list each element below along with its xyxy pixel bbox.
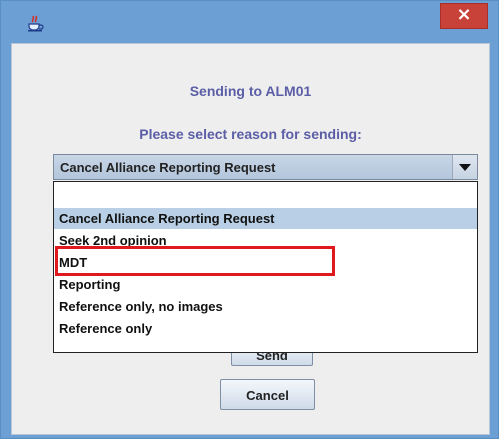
cancel-button[interactable]: Cancel (220, 379, 315, 410)
close-icon: × (456, 4, 472, 25)
title-bar[interactable]: × (1, 1, 498, 43)
java-coffee-cup-icon (28, 15, 44, 32)
combobox-selected-value: Cancel Alliance Reporting Request (60, 160, 276, 175)
dropdown-option-cancel-alliance[interactable]: Cancel Alliance Reporting Request (54, 208, 477, 229)
dropdown-option-blank[interactable] (54, 184, 477, 205)
reason-prompt: Please select reason for sending: (139, 126, 362, 142)
dropdown-option-reference-no-images[interactable]: Reference only, no images (54, 296, 477, 317)
destination-heading: Sending to ALM01 (189, 83, 312, 99)
highlight-annotation (55, 246, 335, 276)
dialog-content: Sending to ALM01 Please select reason fo… (11, 43, 490, 435)
close-button[interactable]: × (440, 3, 488, 29)
dialog-window: × Sending to ALM01 Please select reason … (0, 0, 499, 439)
reason-combobox[interactable]: Cancel Alliance Reporting Request (53, 154, 478, 180)
dropdown-option-reference-only[interactable]: Reference only (54, 318, 477, 339)
chevron-down-icon[interactable] (452, 155, 477, 179)
dropdown-option-reporting[interactable]: Reporting (54, 274, 477, 295)
